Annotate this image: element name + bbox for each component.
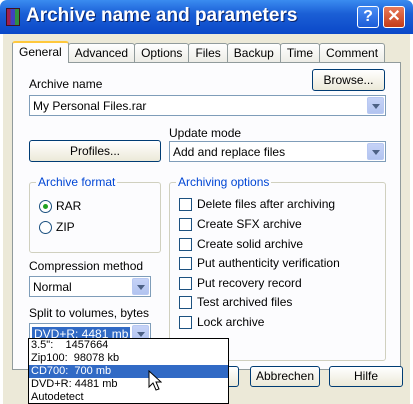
tab-comment[interactable]: Comment bbox=[319, 43, 386, 63]
compression-method-value: Normal bbox=[33, 280, 72, 294]
radio-button[interactable] bbox=[39, 220, 52, 234]
radio-rar-label: RAR bbox=[56, 199, 82, 213]
general-panel: Archive name Browse... My Personal Files… bbox=[12, 62, 401, 370]
dropdown-option[interactable]: DVD+R: 4481 mb bbox=[29, 378, 228, 391]
help-button[interactable]: Hilfe bbox=[329, 366, 403, 387]
option-delete-files[interactable]: Delete files after archiving bbox=[179, 196, 335, 212]
radio-zip-label: ZIP bbox=[56, 220, 75, 234]
option-create-sfx[interactable]: Create SFX archive bbox=[179, 216, 302, 232]
tab-strip: General Advanced Options Files Backup Ti… bbox=[12, 41, 386, 63]
archive-name-combo[interactable]: My Personal Files.rar bbox=[29, 95, 386, 116]
option-label: Test archived files bbox=[197, 295, 293, 309]
compression-method-combo[interactable]: Normal bbox=[29, 276, 151, 297]
checkbox[interactable] bbox=[179, 217, 192, 231]
archive-name-value: My Personal Files.rar bbox=[33, 99, 147, 113]
archiving-options-group: Archiving options Delete files after arc… bbox=[169, 175, 386, 361]
dropdown-option[interactable]: Zip100: 98078 kb bbox=[29, 352, 228, 365]
option-create-solid[interactable]: Create solid archive bbox=[179, 236, 303, 252]
option-test-files[interactable]: Test archived files bbox=[179, 294, 292, 310]
option-label: Create SFX archive bbox=[197, 217, 302, 231]
compression-method-label: Compression method bbox=[29, 259, 144, 273]
tab-general[interactable]: General bbox=[12, 41, 69, 63]
option-label: Put recovery record bbox=[197, 276, 302, 290]
option-label: Delete files after archiving bbox=[197, 197, 336, 211]
checkbox[interactable] bbox=[179, 256, 192, 270]
option-recovery-record[interactable]: Put recovery record bbox=[179, 275, 302, 291]
checkbox[interactable] bbox=[179, 197, 192, 211]
update-mode-label: Update mode bbox=[169, 126, 242, 140]
dropdown-option[interactable]: 3.5": 1457664 bbox=[29, 339, 228, 352]
checkbox[interactable] bbox=[179, 295, 192, 309]
archive-name-label: Archive name bbox=[29, 77, 103, 91]
tab-backup[interactable]: Backup bbox=[226, 43, 281, 63]
dropdown-option-highlighted[interactable]: CD700: 700 mb bbox=[29, 365, 228, 378]
tab-time[interactable]: Time bbox=[279, 43, 321, 63]
option-lock-archive[interactable]: Lock archive bbox=[179, 314, 264, 330]
update-mode-value: Add and replace files bbox=[173, 145, 286, 159]
split-volumes-label: Split to volumes, bytes bbox=[29, 306, 150, 320]
winrar-icon bbox=[6, 8, 20, 26]
mouse-cursor-icon bbox=[148, 370, 162, 391]
option-label: Lock archive bbox=[197, 315, 265, 329]
radio-rar[interactable]: RAR bbox=[39, 198, 81, 214]
option-authenticity[interactable]: Put authenticity verification bbox=[179, 255, 340, 271]
tab-options[interactable]: Options bbox=[134, 43, 190, 63]
option-label: Create solid archive bbox=[197, 237, 304, 251]
archive-format-title: Archive format bbox=[36, 175, 118, 189]
chevron-down-icon[interactable] bbox=[367, 143, 384, 160]
cancel-button[interactable]: Abbrechen bbox=[250, 366, 320, 387]
chevron-down-icon[interactable] bbox=[367, 97, 384, 114]
split-volumes-dropdown-list: 3.5": 1457664 Zip100: 98078 kb CD700: 70… bbox=[28, 338, 229, 404]
archive-format-group: Archive format RAR ZIP bbox=[29, 175, 161, 253]
checkbox[interactable] bbox=[179, 276, 192, 290]
checkbox[interactable] bbox=[179, 315, 192, 329]
tab-files[interactable]: Files bbox=[188, 43, 228, 63]
close-button[interactable]: ✕ bbox=[383, 6, 405, 28]
update-mode-combo[interactable]: Add and replace files bbox=[169, 141, 386, 162]
profiles-button[interactable]: Profiles... bbox=[29, 140, 161, 162]
window-title: Archive name and parameters bbox=[26, 5, 298, 26]
archiving-options-title: Archiving options bbox=[176, 175, 272, 189]
dropdown-option[interactable]: Autodetect bbox=[29, 391, 228, 404]
checkbox[interactable] bbox=[179, 237, 192, 251]
radio-button[interactable] bbox=[39, 199, 52, 213]
radio-zip[interactable]: ZIP bbox=[39, 219, 75, 235]
tab-advanced[interactable]: Advanced bbox=[67, 43, 136, 63]
chevron-down-icon[interactable] bbox=[132, 278, 149, 295]
help-title-button[interactable]: ? bbox=[357, 6, 379, 28]
option-label: Put authenticity verification bbox=[197, 256, 340, 270]
browse-button[interactable]: Browse... bbox=[312, 69, 385, 91]
title-bar: Archive name and parameters ? ✕ bbox=[0, 0, 413, 34]
